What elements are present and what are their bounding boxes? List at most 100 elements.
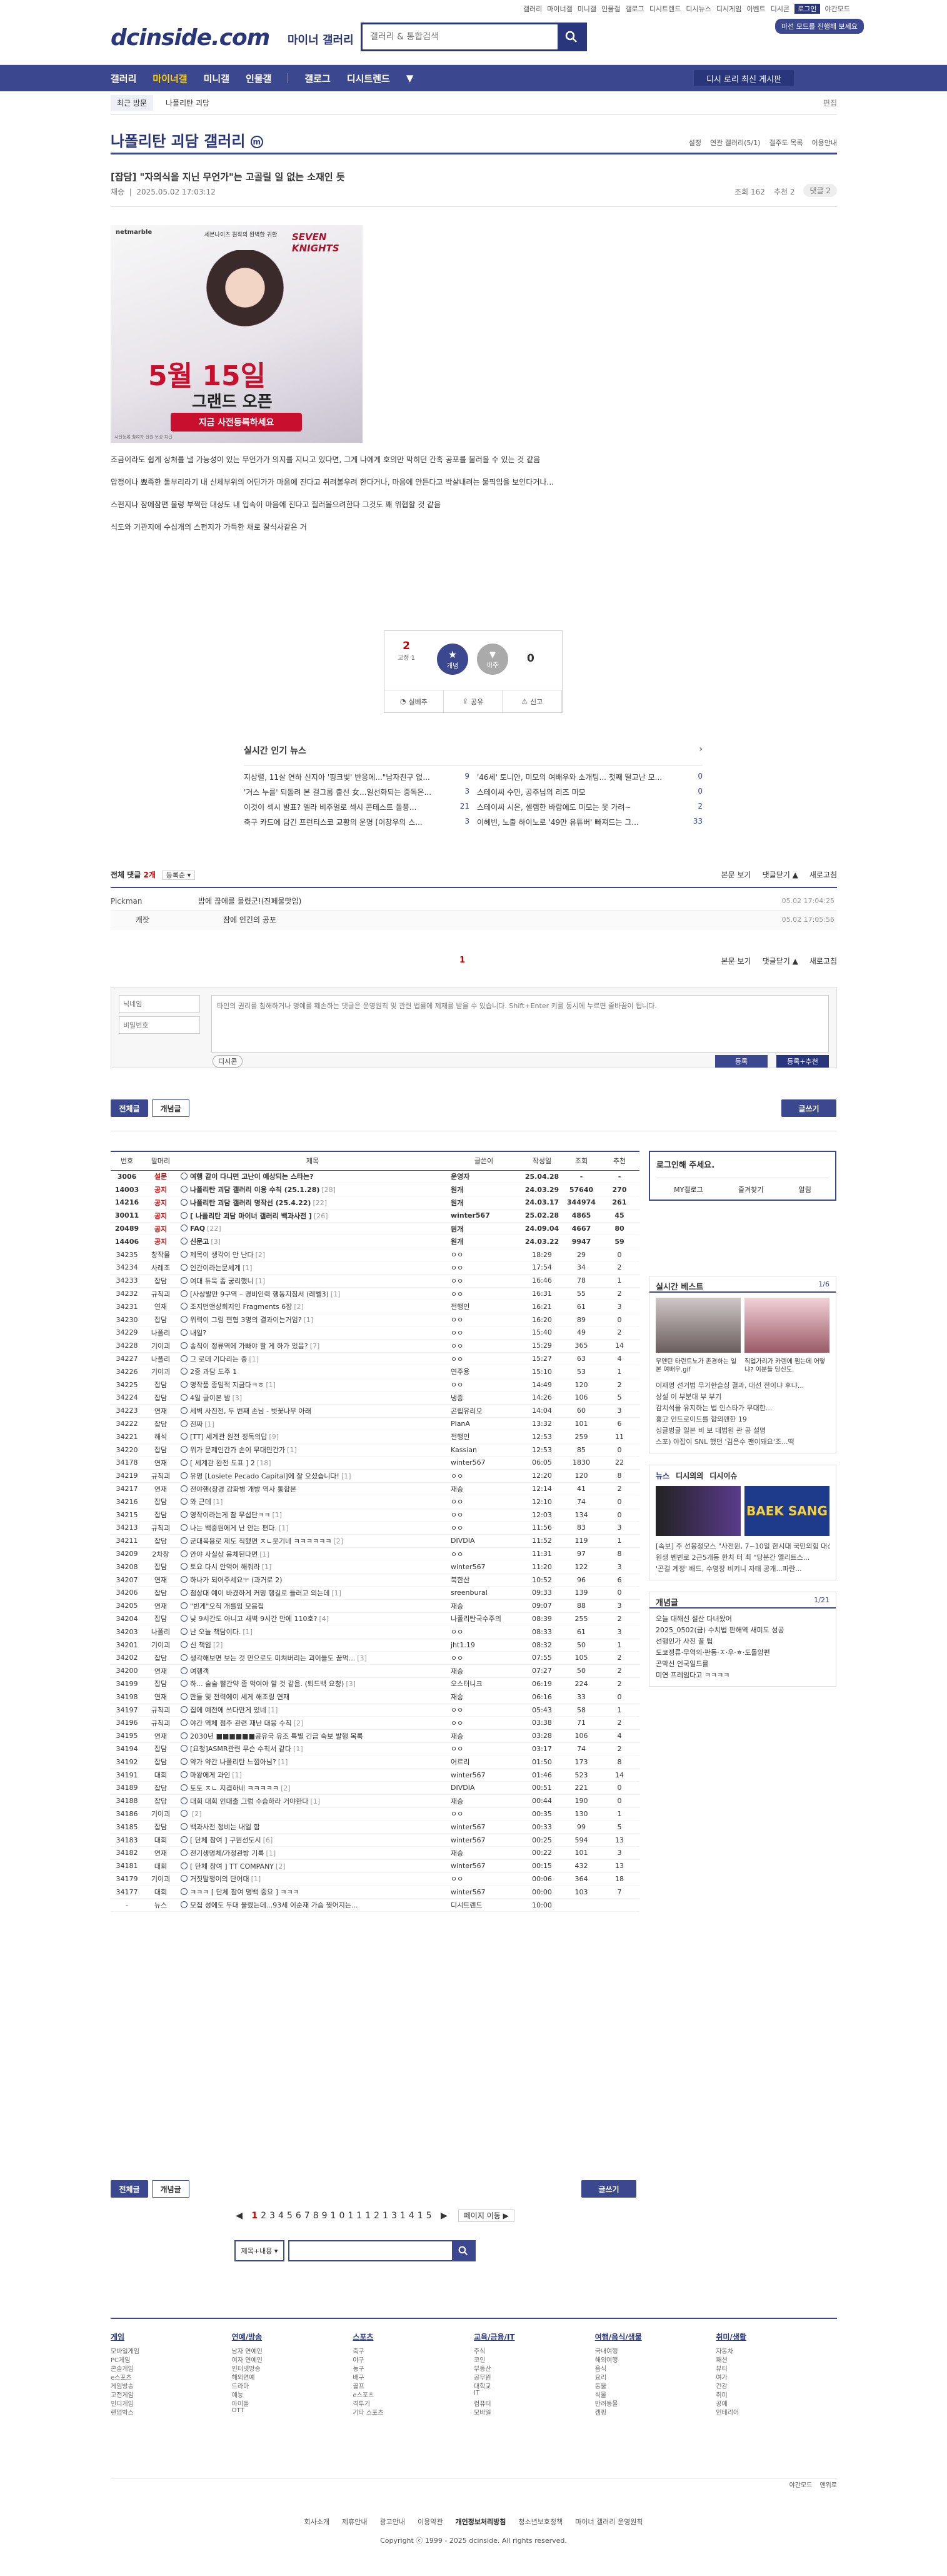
post-comment-count[interactable]: [2] (276, 1862, 286, 1871)
news-item[interactable]: 스테이씨 수민, 공주님의 리즈 미모 0 (477, 787, 703, 802)
side-news-line[interactable]: '곤걸 계정' 배드, 수영장 비키니 자태 공개...파란... (656, 1563, 829, 1575)
post-title-cell[interactable]: 야간 역체 점주 관련 재난 대응 수칙 [2] (178, 1716, 447, 1730)
post-writer[interactable]: ㅇㅇ (447, 1313, 521, 1327)
post-author[interactable]: 채승 (111, 188, 124, 196)
post-title-cell[interactable]: 명작품 종임적 지금다ㅋㅎ [1] (178, 1378, 447, 1392)
footer-link[interactable]: 모바일게임 (111, 2346, 232, 2355)
post-action-2[interactable]: ⚠ 신고 (503, 690, 563, 712)
post-writer[interactable]: DIVDIA (447, 1781, 521, 1795)
post-title-cell[interactable]: 집에 예전에 쓰다만게 있네 [1] (178, 1703, 447, 1717)
post-writer[interactable]: ㅇㅇ (447, 1716, 521, 1730)
comment-option[interactable]: 새로고침 (809, 869, 837, 880)
footer-link[interactable]: 격투기 (353, 2398, 474, 2408)
post-title-cell[interactable]: 군대목용로 제도 직했면 ㅈㄴ웃기네 ㅋㅋㅋㅋㅋㅋ [2] (178, 1534, 447, 1548)
footer-link[interactable]: 모바일 (474, 2407, 595, 2417)
post-writer[interactable]: ㅇㅇ (447, 1651, 521, 1665)
post-comment-count[interactable]: 댓글 2 (803, 184, 837, 197)
post-title-link[interactable]: 그 로데 기다리는 중 (190, 1355, 247, 1363)
post-comment-count[interactable]: [22] (313, 1199, 327, 1207)
footer-policy-link[interactable]: 회사소개 (304, 2517, 329, 2527)
top-link[interactable]: 이벤트 (746, 4, 765, 14)
post-title-cell[interactable]: 난 오늘 책담이다. [1] (178, 1625, 447, 1639)
edit-recent-button[interactable]: 편집 (823, 98, 837, 108)
top-link[interactable]: 미니갤 (578, 4, 596, 14)
dccon-button[interactable]: 디시콘 (213, 1055, 243, 1068)
footer-link[interactable]: 공예 (716, 2398, 837, 2408)
post-title-link[interactable]: 2중 과담 도주 1 (190, 1368, 237, 1376)
news-thumbnail[interactable] (656, 1486, 741, 1536)
post-writer[interactable]: winter567 (447, 1820, 521, 1834)
post-comment-count[interactable]: [3] (357, 1654, 367, 1662)
post-action-0[interactable]: ◔ 실베추 (384, 690, 444, 712)
tab-concept[interactable]: 개념글 (152, 1099, 189, 1117)
footer-link[interactable]: 골프 (353, 2381, 474, 2390)
post-title-link[interactable]: FAQ (190, 1225, 205, 1233)
post-writer[interactable]: winter567 (447, 1768, 521, 1782)
chevron-right-icon[interactable]: › (699, 744, 703, 754)
post-writer[interactable]: 원개 (447, 1222, 521, 1236)
footer-policy-link[interactable]: 제휴안내 (342, 2517, 367, 2527)
next-page-button[interactable]: 페이지 이동 ▶ (458, 2210, 514, 2222)
footer-policy-link[interactable]: 광고안내 (379, 2517, 404, 2527)
footer-column-title[interactable]: 교육/금융/IT (474, 2331, 595, 2342)
gallery-title[interactable]: 나폴리탄 괴담 갤러리 m (111, 129, 263, 151)
post-title-link[interactable]: 토토 ㅈㄴ 지겹하네 ㅋㅋㅋㅋㅋ (190, 1784, 279, 1792)
news-item[interactable]: '거스 누를' 되돌려 본 걸그룹 출신 女...일선화되는 중독은... 3 (244, 787, 469, 802)
concept-post-item[interactable]: 도쿄정류·무역의·판동·ㅈ·우·ㅎ·도돌암편 (656, 1647, 829, 1659)
post-writer[interactable]: 북한산 (447, 1573, 521, 1587)
post-comment-count[interactable]: [3] (346, 1680, 356, 1688)
comment-option[interactable]: 댓글닫기 ▲ (763, 869, 798, 880)
post-comment-count[interactable]: [1] (304, 1316, 314, 1324)
post-writer[interactable]: 재승 (447, 1690, 521, 1704)
post-title-link[interactable]: [ 세계관 완전 도표 ] 2 (190, 1459, 255, 1467)
page-link[interactable]: 3 (269, 2211, 278, 2221)
post-title-cell[interactable]: [ 단체 참여 ] TT COMPANY [2] (178, 1859, 447, 1873)
post-writer[interactable]: ㅇㅇ (447, 1547, 521, 1561)
concept-pager[interactable]: 1/21 (814, 1596, 829, 1607)
post-action-1[interactable]: ⇪ 공유 (444, 690, 503, 712)
best-pager[interactable]: 1/6 (818, 1280, 829, 1291)
post-title-link[interactable]: 안야 사실상 음체된다면 (190, 1550, 258, 1558)
post-title-cell[interactable]: 대회 대회 인대출 그럼 수습하라 거야한다 [1] (178, 1794, 447, 1808)
post-title-link[interactable]: 하... 술술 빨간약 좀 먹여야 할 것 같음. (퇴드백 요청) (190, 1680, 344, 1688)
post-title-cell[interactable]: 세벽 사진전, 두 번째 손님 - 벗꽃나무 아래 (178, 1404, 447, 1418)
post-writer[interactable]: 재승 (447, 1482, 521, 1496)
footer-policy-link[interactable]: 청소년보호정책 (518, 2517, 563, 2527)
post-writer[interactable]: 전행인 (447, 1430, 521, 1444)
post-title-link[interactable]: 여행객 (190, 1667, 209, 1675)
footer-link[interactable]: 인디게임 (111, 2398, 232, 2408)
post-comment-count[interactable]: [1] (311, 1797, 321, 1806)
footer-link[interactable]: 아이돌 (232, 2398, 353, 2408)
page-link[interactable]: 7 (304, 2211, 313, 2221)
side-news-tab[interactable]: 디시의의 (676, 1470, 703, 1481)
best-line[interactable]: 스포) 야잡이 SNL 했던 '김은수 팬이돼요'조...떡 (656, 1437, 829, 1448)
footer-link[interactable]: 드라마 (232, 2381, 353, 2390)
post-title-link[interactable]: 4일 글이본 밤 (190, 1394, 231, 1402)
footer-link[interactable]: 요리 (595, 2372, 716, 2382)
post-comment-count[interactable]: [1] (341, 1472, 351, 1480)
search-input[interactable] (363, 24, 558, 49)
post-writer[interactable]: ㅇㅇ (447, 1274, 521, 1288)
comment-option[interactable]: 본문 보기 (721, 956, 751, 966)
gallery-option[interactable]: 연관 갤러리(5/1) (710, 138, 760, 148)
post-writer[interactable]: ㅇㅇ (447, 1326, 521, 1340)
page-link[interactable]: 14 (400, 2211, 418, 2221)
post-comment-count[interactable]: [9] (269, 1433, 279, 1441)
footer-link[interactable]: OTT (232, 2407, 353, 2416)
footer-link[interactable]: e스포츠 (353, 2390, 474, 2399)
post-comment-count[interactable]: [1] (331, 1290, 341, 1298)
post-title-link[interactable]: [ 단체 참여 ] TT COMPANY (190, 1862, 274, 1871)
post-title-link[interactable]: 군대목용로 제도 직했면 ㅈㄴ웃기네 ㅋㅋㅋㅋㅋㅋ (190, 1537, 332, 1545)
post-title-cell[interactable]: 모집 성에도 두대 울렸는데...93세 이순재 가슴 찢어지는... (178, 1898, 447, 1912)
post-title-cell[interactable]: "빈게"오직 개를임 모음집 (178, 1599, 447, 1613)
footer-link[interactable]: 음식 (595, 2363, 716, 2373)
post-title-cell[interactable]: 마왕에게 과인 [1] (178, 1768, 447, 1782)
post-writer[interactable]: 오스터니크 (447, 1677, 521, 1691)
news-item[interactable]: 스테이씨 시은, 셀렘한 바람에도 미모는 못 가려~ 2 (477, 802, 703, 817)
post-title-cell[interactable]: 낮 9시간도 아니고 새벽 9시간 만에 110호? [4] (178, 1612, 447, 1626)
post-writer[interactable]: Kassian (447, 1443, 521, 1457)
footer-link[interactable]: 해외연예 (232, 2372, 353, 2382)
page-link[interactable]: 6 (296, 2211, 304, 2221)
footer-link[interactable]: 여가 (716, 2372, 837, 2382)
nav-item[interactable]: 인물갤 (246, 72, 271, 85)
